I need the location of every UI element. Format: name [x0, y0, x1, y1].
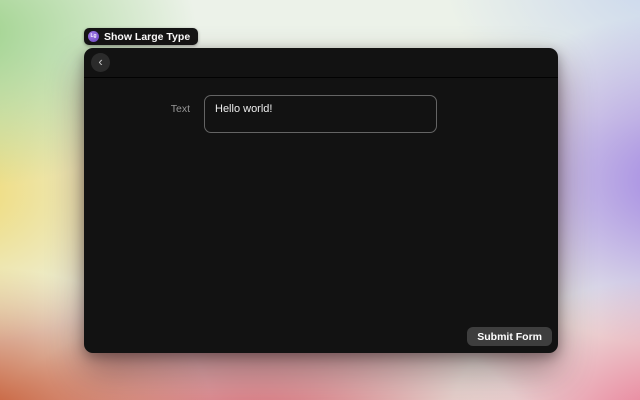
window-header: ‹ — [84, 48, 558, 78]
submit-form-button[interactable]: Submit Form — [467, 327, 552, 346]
command-title-pill: Lg Show Large Type — [84, 28, 199, 45]
text-field-label: Text — [170, 103, 190, 115]
large-type-icon: Lg — [88, 31, 99, 42]
back-button[interactable]: ‹ — [91, 53, 110, 72]
chevron-left-icon: ‹ — [98, 54, 103, 69]
raycast-window: ‹ Text Hello world! Submit Form — [84, 48, 558, 353]
command-title: Show Large Type — [104, 30, 191, 43]
form-row-text: Text Hello world! — [84, 95, 558, 133]
desktop-background: Lg Show Large Type ‹ Text Hello world! S… — [0, 0, 640, 400]
large-type-icon-glyph: Lg — [90, 33, 97, 39]
form-area: Text Hello world! — [84, 78, 558, 133]
text-field-input[interactable]: Hello world! — [204, 95, 437, 133]
